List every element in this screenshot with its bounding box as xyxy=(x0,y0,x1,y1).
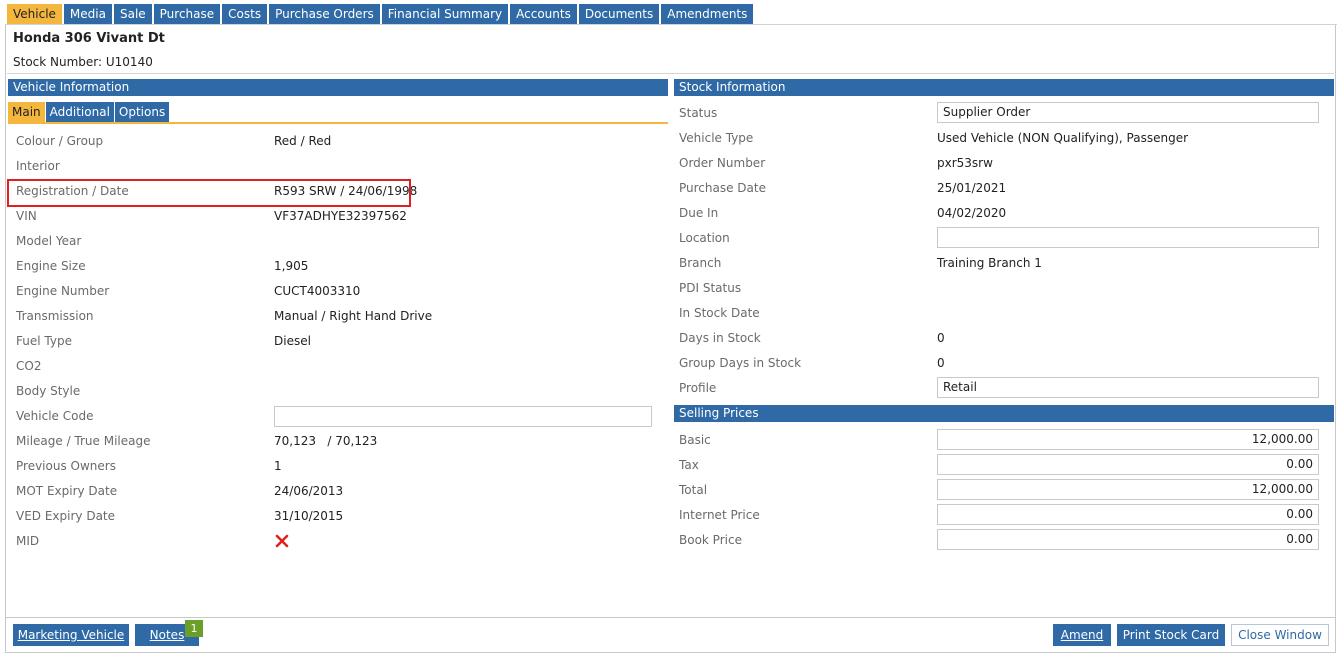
tab-documents[interactable]: Documents xyxy=(578,4,660,25)
stock-information-header: Stock Information xyxy=(674,79,1334,96)
mid-label: MID xyxy=(16,534,40,548)
basic-price-field[interactable]: 12,000.00 xyxy=(937,429,1319,450)
vin-label: VIN xyxy=(16,209,37,223)
tab-vehicle[interactable]: Vehicle xyxy=(7,4,62,25)
action-bar-divider xyxy=(6,617,1336,618)
branch-label: Branch xyxy=(679,256,722,270)
status-label: Status xyxy=(679,106,718,120)
selling-prices-header: Selling Prices xyxy=(674,405,1334,422)
notes-count-badge: 1 xyxy=(185,620,203,637)
purchase-date-label: Purchase Date xyxy=(679,181,766,195)
profile-field[interactable]: Retail xyxy=(937,377,1319,398)
status-field[interactable]: Supplier Order xyxy=(937,102,1319,123)
subtab-underline xyxy=(8,122,668,124)
tax-label: Tax xyxy=(679,458,699,472)
book-price-label: Book Price xyxy=(679,533,742,547)
pdi-status-label: PDI Status xyxy=(679,281,742,295)
vin-value: VF37ADHYE32397562 xyxy=(274,209,407,223)
body-style-label: Body Style xyxy=(16,384,81,398)
close-window-button[interactable]: Close Window xyxy=(1231,624,1329,646)
tab-media[interactable]: Media xyxy=(63,4,112,25)
mot-expiry-label: MOT Expiry Date xyxy=(16,484,118,498)
profile-label: Profile xyxy=(679,381,717,395)
transmission-label: Transmission xyxy=(16,309,94,323)
in-stock-date-label: In Stock Date xyxy=(679,306,760,320)
ved-expiry-label: VED Expiry Date xyxy=(16,509,116,523)
location-field[interactable] xyxy=(937,227,1319,248)
print-stock-card-label: Print Stock Card xyxy=(1122,628,1220,642)
branch-value: Training Branch 1 xyxy=(937,256,1042,270)
tab-purchase-orders[interactable]: Purchase Orders xyxy=(269,4,380,25)
internet-price-field[interactable]: 0.00 xyxy=(937,504,1319,525)
header-divider xyxy=(7,73,1334,74)
marketing-vehicle-button[interactable]: Marketing Vehicle xyxy=(13,624,129,646)
previous-owners-value: 1 xyxy=(274,459,282,473)
engine-size-value: 1,905 xyxy=(274,259,309,273)
previous-owners-label: Previous Owners xyxy=(16,459,116,473)
colour-group-label: Colour / Group xyxy=(16,134,104,148)
marketing-vehicle-label: Marketing Vehicle xyxy=(17,628,125,642)
purchase-date-value: 25/01/2021 xyxy=(937,181,1007,195)
tab-costs[interactable]: Costs xyxy=(222,4,268,25)
total-label: Total xyxy=(679,483,708,497)
engine-size-label: Engine Size xyxy=(16,259,86,273)
vehicle-code-label: Vehicle Code xyxy=(16,409,94,423)
book-price-field[interactable]: 0.00 xyxy=(937,529,1319,550)
vehicle-information-header: Vehicle Information xyxy=(8,79,668,96)
order-number-value: pxr53srw xyxy=(937,156,993,170)
tab-accounts[interactable]: Accounts xyxy=(510,4,577,25)
model-year-label: Model Year xyxy=(16,234,82,248)
page-title: Honda 306 Vivant Dt xyxy=(13,31,165,46)
tab-sale[interactable]: Sale xyxy=(113,4,152,25)
red-cross-icon xyxy=(275,534,289,548)
tab-financial-summary[interactable]: Financial Summary xyxy=(381,4,509,25)
transmission-value: Manual / Right Hand Drive xyxy=(274,309,433,323)
amend-label: Amend xyxy=(1060,628,1104,642)
group-days-in-stock-value: 0 xyxy=(937,356,945,370)
tab-amendments[interactable]: Amendments xyxy=(661,4,754,25)
co2-label: CO2 xyxy=(16,359,42,373)
days-in-stock-value: 0 xyxy=(937,331,945,345)
subtab-additional[interactable]: Additional xyxy=(45,102,114,122)
vehicle-type-value: Used Vehicle (NON Qualifying), Passenger xyxy=(937,131,1189,145)
notes-label: Notes xyxy=(149,628,185,642)
days-in-stock-label: Days in Stock xyxy=(679,331,761,345)
order-number-label: Order Number xyxy=(679,156,766,170)
group-days-in-stock-label: Group Days in Stock xyxy=(679,356,802,370)
subtab-main[interactable]: Main xyxy=(8,102,45,122)
total-field[interactable]: 12,000.00 xyxy=(937,479,1319,500)
print-stock-card-button[interactable]: Print Stock Card xyxy=(1117,624,1225,646)
fuel-type-label: Fuel Type xyxy=(16,334,72,348)
subtab-options[interactable]: Options xyxy=(114,102,170,122)
engine-number-value: CUCT4003310 xyxy=(274,284,361,298)
tax-field[interactable]: 0.00 xyxy=(937,454,1319,475)
due-in-label: Due In xyxy=(679,206,719,220)
engine-number-label: Engine Number xyxy=(16,284,110,298)
main-tab-bar: Vehicle Media Sale Purchase Costs Purcha… xyxy=(7,4,755,25)
basic-price-label: Basic xyxy=(679,433,711,447)
interior-label: Interior xyxy=(16,159,60,173)
amend-button[interactable]: Amend xyxy=(1053,624,1111,646)
due-in-value: 04/02/2020 xyxy=(937,206,1007,220)
registration-highlight-box xyxy=(7,179,411,207)
tab-purchase[interactable]: Purchase xyxy=(153,4,221,25)
vehicle-subtab-bar: Main Additional Options xyxy=(8,102,170,122)
close-window-label: Close Window xyxy=(1238,628,1322,642)
internet-price-label: Internet Price xyxy=(679,508,760,522)
mileage-value: 70,123 / 70,123 xyxy=(274,434,378,448)
location-label: Location xyxy=(679,231,730,245)
fuel-type-value: Diesel xyxy=(274,334,311,348)
mot-expiry-value: 24/06/2013 xyxy=(274,484,344,498)
ved-expiry-value: 31/10/2015 xyxy=(274,509,344,523)
vehicle-type-label: Vehicle Type xyxy=(679,131,754,145)
mileage-label: Mileage / True Mileage xyxy=(16,434,151,448)
vehicle-code-field[interactable] xyxy=(274,406,652,427)
stock-number: Stock Number: U10140 xyxy=(13,55,153,69)
colour-group-value: Red / Red xyxy=(274,134,332,148)
